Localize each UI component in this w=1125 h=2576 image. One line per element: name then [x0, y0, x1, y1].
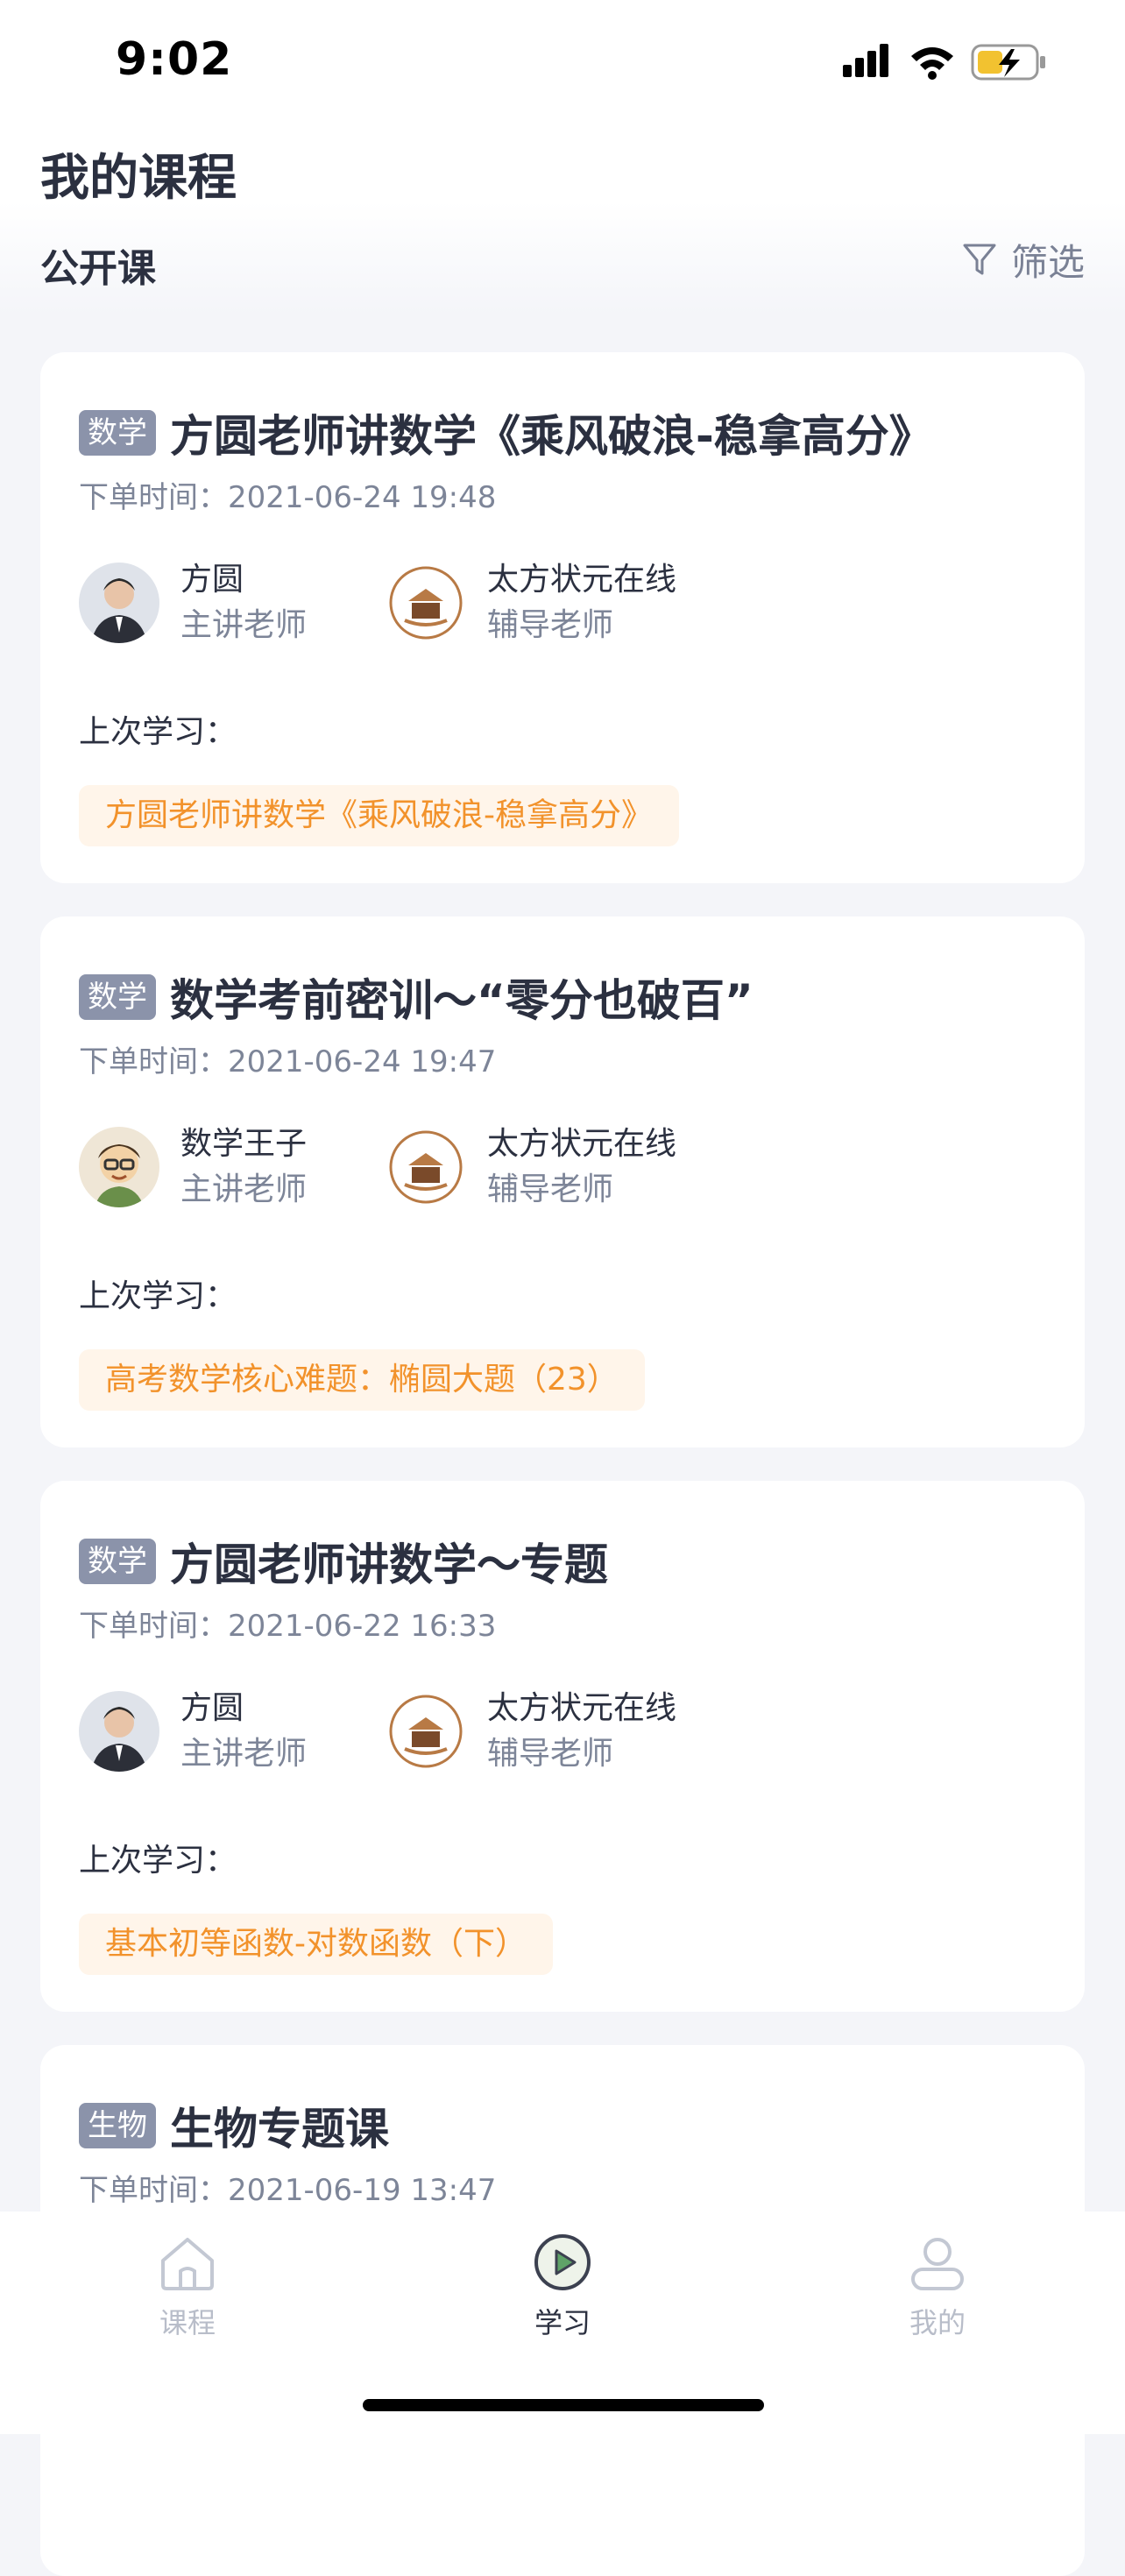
course-title-row: 数学 数学考前密训～“零分也破百” [79, 966, 1060, 1029]
teacher-avatar [79, 1127, 159, 1207]
last-study-chip[interactable]: 高考数学核心难题：椭圆大题（23） [79, 1349, 645, 1411]
last-study-label: 上次学习： [79, 1278, 237, 1314]
teacher-name: 太方状元在线 [487, 1126, 677, 1162]
order-time-value: 2021-06-24 19:48 [228, 480, 497, 515]
tutor-teacher: 太方状元在线 辅导老师 [386, 559, 676, 647]
tutor-teacher: 太方状元在线 辅导老师 [386, 1688, 676, 1775]
teacher-role: 主讲老师 [180, 1736, 308, 1772]
order-time-label: 下单时间： [79, 1044, 228, 1079]
course-title: 生物专题课 [170, 2104, 389, 2155]
teacher-role: 辅导老师 [487, 1736, 614, 1772]
tutor-teacher: 太方状元在线 辅导老师 [386, 1123, 676, 1211]
order-time-label: 下单时间： [79, 1609, 228, 1644]
tab-label: 课程 [159, 2306, 216, 2339]
tab-profile[interactable]: 我的 [850, 2231, 1025, 2353]
filter-icon [963, 244, 996, 275]
order-time-value: 2021-06-19 13:47 [228, 2173, 497, 2208]
filter-button[interactable]: 筛选 [962, 233, 1085, 286]
course-card[interactable]: 数学 方圆老师讲数学～专题 下单时间：2021-06-22 16:33 方圆 主… [40, 1481, 1085, 2012]
order-time-value: 2021-06-24 19:47 [228, 1044, 497, 1079]
teacher-avatar [79, 563, 159, 643]
tab-label: 我的 [909, 2306, 966, 2339]
course-card[interactable]: 数学 方圆老师讲数学《乘风破浪-稳拿高分》 下单时间：2021-06-24 19… [40, 352, 1085, 883]
order-time-value: 2021-06-22 16:33 [228, 1609, 497, 1644]
main-teacher: 数学王子 主讲老师 [79, 1123, 307, 1211]
order-time: 下单时间：2021-06-19 13:47 [79, 2166, 496, 2209]
tutor-logo-avatar [386, 1127, 466, 1207]
teacher-role: 辅导老师 [487, 1171, 614, 1207]
order-time: 下单时间：2021-06-22 16:33 [79, 1602, 496, 1645]
tab-courses[interactable]: 课程 [100, 2231, 275, 2353]
order-time: 下单时间：2021-06-24 19:47 [79, 1037, 496, 1080]
teacher-role: 主讲老师 [180, 607, 308, 643]
status-time: 9:02 [116, 33, 233, 86]
course-title-row: 数学 方圆老师讲数学《乘风破浪-稳拿高分》 [79, 401, 1060, 464]
last-study-chip[interactable]: 基本初等函数-对数函数（下） [79, 1914, 553, 1975]
page-title: 我的课程 [40, 150, 237, 207]
order-time-label: 下单时间： [79, 2173, 228, 2208]
profile-icon [911, 2238, 964, 2290]
filter-label: 筛选 [1010, 240, 1085, 284]
play-circle-icon [534, 2234, 591, 2290]
teacher-name: 方圆 [180, 562, 244, 598]
main-teacher: 方圆 主讲老师 [79, 1688, 307, 1775]
course-title: 数学考前密训～“零分也破百” [170, 975, 754, 1026]
course-title: 方圆老师讲数学～专题 [170, 1539, 608, 1590]
teacher-name: 太方状元在线 [487, 1690, 677, 1726]
section-label: 公开课 [40, 246, 156, 291]
teacher-role: 主讲老师 [180, 1171, 308, 1207]
subject-tag: 生物 [79, 2103, 156, 2148]
teacher-name: 太方状元在线 [487, 562, 677, 598]
teacher-name: 方圆 [180, 1690, 244, 1726]
tutor-logo-avatar [386, 1691, 466, 1772]
status-bar: 9:02 [0, 0, 1125, 123]
subject-tag: 数学 [79, 1539, 156, 1584]
home-icon [161, 2238, 214, 2290]
tab-study[interactable]: 学习 [475, 2231, 650, 2353]
status-icons [843, 40, 1053, 88]
last-study-label: 上次学习： [79, 714, 237, 750]
main-teacher: 方圆 主讲老师 [79, 559, 307, 647]
home-indicator [363, 2399, 764, 2411]
teacher-role: 辅导老师 [487, 607, 614, 643]
tab-label: 学习 [534, 2306, 591, 2339]
teacher-avatar [79, 1691, 159, 1772]
order-time-label: 下单时间： [79, 480, 228, 515]
course-title: 方圆老师讲数学《乘风破浪-稳拿高分》 [170, 411, 933, 462]
subject-tag: 数学 [79, 410, 156, 456]
signal-icon [843, 44, 1045, 81]
subject-tag: 数学 [79, 974, 156, 1020]
course-title-row: 数学 方圆老师讲数学～专题 [79, 1530, 1060, 1593]
last-study-label: 上次学习： [79, 1843, 237, 1879]
last-study-chip[interactable]: 方圆老师讲数学《乘风破浪-稳拿高分》 [79, 785, 679, 846]
course-title-row: 生物 生物专题课 [79, 2094, 1060, 2157]
course-card[interactable]: 数学 数学考前密训～“零分也破百” 下单时间：2021-06-24 19:47 … [40, 916, 1085, 1447]
order-time: 下单时间：2021-06-24 19:48 [79, 473, 496, 516]
teacher-name: 数学王子 [180, 1126, 308, 1162]
tutor-logo-avatar [386, 563, 466, 643]
